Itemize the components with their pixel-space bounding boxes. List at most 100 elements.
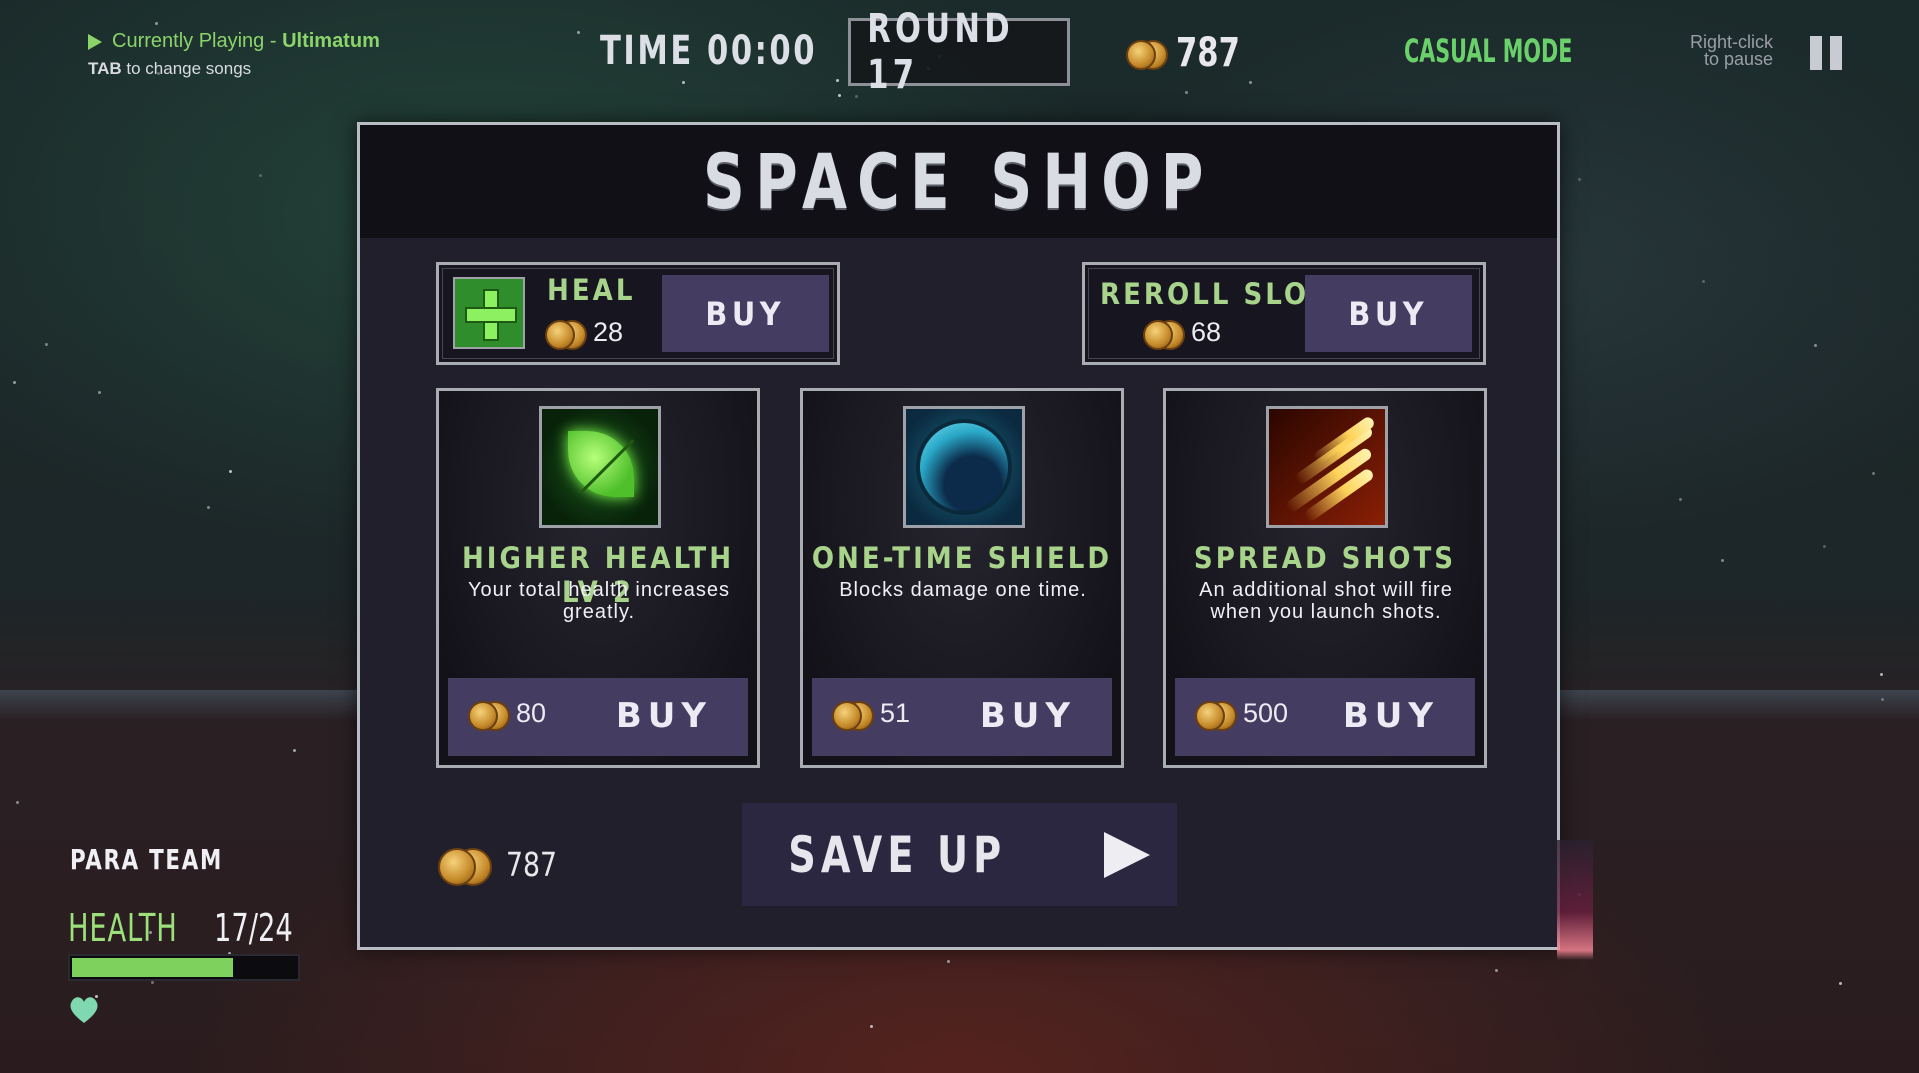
coin-counter: 787 [1126, 30, 1251, 76]
fire-streaks-icon [1266, 406, 1388, 528]
card-description: Your total health increases greatly. [468, 579, 730, 623]
play-icon [88, 33, 102, 50]
star [1880, 673, 1883, 676]
reroll-price-value: 68 [1191, 317, 1222, 347]
card-buy-button[interactable]: 80 BUY [448, 678, 748, 756]
shop-wallet: 787 [438, 845, 563, 886]
now-playing-prefix: Currently Playing - [112, 30, 283, 52]
heal-price-value: 28 [593, 317, 624, 347]
pause-hint: Right-click to pause [1690, 33, 1774, 69]
heal-name: HEAL [547, 273, 636, 307]
card-price: 80 [468, 698, 547, 731]
card-buy-label: BUY [1342, 696, 1439, 736]
star [151, 981, 154, 984]
heal-cross-icon [453, 277, 525, 349]
time-display: TIME 00:00 [600, 28, 818, 74]
star [870, 1025, 873, 1028]
card-description: Blocks damage one time. [839, 579, 1087, 601]
shield-orb-icon [903, 406, 1025, 528]
round-box: ROUND 17 [848, 6, 1070, 98]
heal-slot: HEAL 28 BUY [436, 262, 840, 365]
card-name: SPREAD SHOTS [1193, 541, 1457, 575]
star [836, 79, 839, 82]
now-playing-song: Ultimatum [282, 30, 380, 52]
star [16, 801, 19, 804]
heal-buy-button[interactable]: BUY [662, 275, 829, 352]
card-buy-button[interactable]: 500 BUY [1175, 678, 1475, 756]
star [1814, 344, 1817, 347]
star [1872, 472, 1875, 475]
player-ship [1557, 840, 1593, 960]
coin-icon [1195, 699, 1237, 731]
tab-key-hint: TAB [88, 59, 122, 78]
heal-price: 28 [545, 317, 624, 350]
star [855, 95, 858, 98]
star [1495, 969, 1498, 972]
star [1578, 178, 1581, 181]
star [1823, 545, 1826, 548]
star [682, 81, 685, 84]
shop-card-one-time-shield: ONE-TIME SHIELD Blocks damage one time. … [800, 388, 1124, 768]
coin-icon [832, 699, 874, 731]
card-price-value: 80 [516, 698, 547, 728]
star [45, 343, 48, 346]
save-up-button[interactable]: SAVE UP [742, 803, 1177, 906]
star [155, 22, 158, 25]
shop-title: SPACE SHOP [703, 137, 1214, 226]
shop-card-spread-shots: SPREAD SHOTS An additional shot will fir… [1163, 388, 1487, 768]
game-mode: CASUAL MODE [1404, 32, 1573, 70]
heart-icon [70, 997, 98, 1023]
star [207, 506, 210, 509]
card-price: 51 [832, 698, 911, 731]
heal-buy-label: BUY [705, 294, 786, 333]
coin-icon [1143, 318, 1185, 350]
now-playing: Currently Playing - Ultimatum TAB to cha… [88, 30, 380, 79]
health-label: HEALTH [68, 906, 178, 950]
star [229, 470, 232, 473]
star [98, 391, 101, 394]
star [838, 94, 841, 97]
star [577, 31, 580, 34]
change-songs-hint: to change songs [121, 59, 252, 78]
star [1839, 982, 1842, 985]
card-buy-label: BUY [615, 696, 712, 736]
coin-count: 787 [1176, 30, 1240, 76]
card-buy-label: BUY [979, 696, 1076, 736]
coin-icon [545, 318, 587, 350]
coin-icon [1126, 38, 1168, 70]
wallet-value: 787 [506, 845, 557, 884]
card-description: An additional shot will fire when you la… [1199, 579, 1453, 623]
reroll-price: 68 [1143, 317, 1222, 350]
card-name: ONE-TIME SHIELD [811, 541, 1113, 575]
star [1702, 280, 1705, 283]
star [1679, 498, 1682, 501]
card-price-value: 500 [1243, 698, 1289, 728]
coin-icon [438, 846, 492, 886]
leaf-icon [539, 406, 661, 528]
reroll-slot: REROLL SLOTS 68 BUY [1082, 262, 1486, 365]
star [1721, 559, 1724, 562]
shop-header: SPACE SHOP [360, 125, 1557, 238]
shop-card-higher-health: HIGHER HEALTH LV 2 Your total health inc… [436, 388, 760, 768]
star [1249, 81, 1252, 84]
round-display: ROUND 17 [867, 6, 1014, 98]
star [293, 749, 296, 752]
health-bar-fill [72, 958, 233, 977]
star [259, 174, 262, 177]
save-up-label: SAVE UP [788, 825, 1007, 884]
card-price-value: 51 [880, 698, 911, 728]
star [947, 960, 950, 963]
pause-icon[interactable] [1810, 36, 1842, 70]
card-buy-button[interactable]: 51 BUY [812, 678, 1112, 756]
health-bar [68, 954, 300, 981]
health-value: 17/24 [214, 906, 293, 950]
card-price: 500 [1195, 698, 1289, 731]
coin-icon [468, 699, 510, 731]
star [1185, 91, 1188, 94]
reroll-buy-button[interactable]: BUY [1305, 275, 1472, 352]
reroll-buy-label: BUY [1348, 294, 1429, 333]
pause-hint-line2: to pause [1703, 49, 1774, 69]
team-name: PARA TEAM [70, 843, 224, 876]
play-arrow-icon [1103, 831, 1150, 878]
star [13, 381, 16, 384]
